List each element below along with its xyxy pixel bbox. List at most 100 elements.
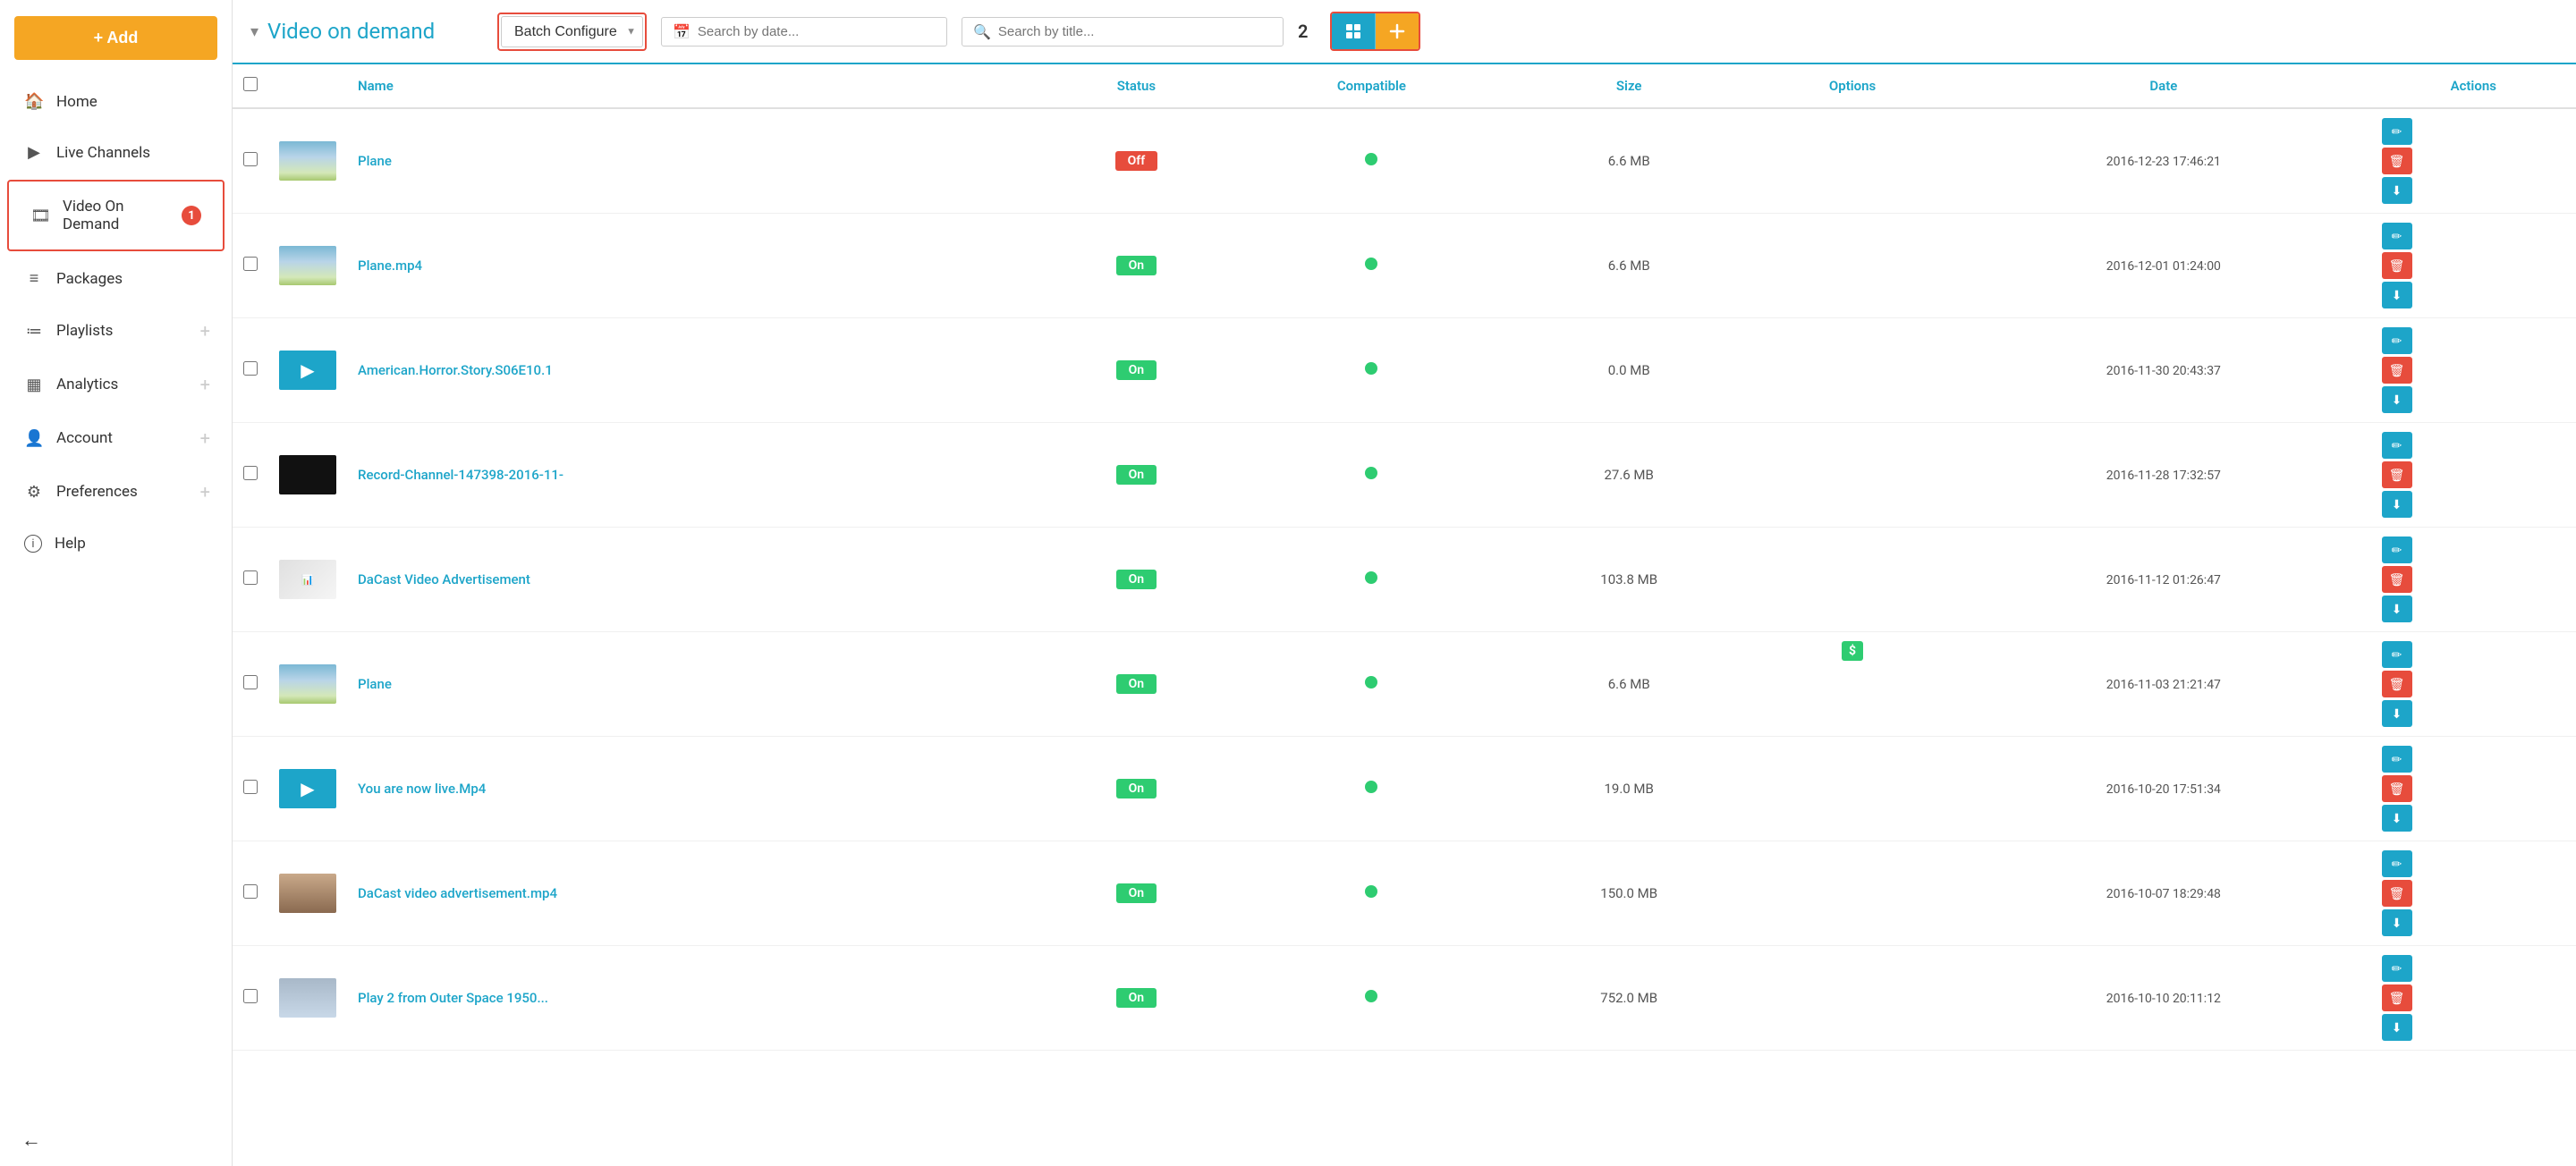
sidebar-item-account[interactable]: 👤 Account + [0, 411, 232, 465]
th-date[interactable]: Date [1956, 64, 2370, 108]
video-name[interactable]: DaCast video advertisement.mp4 [358, 885, 557, 901]
download-button[interactable]: ⬇ [2382, 700, 2412, 727]
download-button[interactable]: ⬇ [2382, 596, 2412, 622]
row-checkbox[interactable] [243, 466, 258, 480]
video-table-body: PlaneOff6.6 MB2016-12-23 17:46:21 ✏ 🗑 ⬇ … [233, 108, 2576, 1051]
delete-button[interactable]: 🗑 [2382, 252, 2412, 279]
th-options[interactable]: Options [1749, 64, 1956, 108]
video-on-demand-icon: 🎞 [30, 207, 50, 225]
row-checkbox[interactable] [243, 361, 258, 376]
add-button[interactable]: + Add [14, 16, 217, 60]
sidebar-item-help[interactable]: i Help [0, 519, 232, 569]
download-button[interactable]: ⬇ [2382, 805, 2412, 832]
action-buttons: ✏ 🗑 ⬇ [2382, 118, 2566, 204]
title-dropdown-arrow[interactable]: ▾ [250, 22, 258, 41]
table-row: ▶American.Horror.Story.S06E10.1On0.0 MB2… [233, 318, 2576, 423]
video-name[interactable]: Plane.mp4 [358, 258, 422, 274]
header-action-buttons [1330, 12, 1420, 51]
back-button[interactable]: ← [21, 1128, 41, 1152]
delete-button[interactable]: 🗑 [2382, 148, 2412, 174]
th-status[interactable]: Status [1038, 64, 1233, 108]
video-thumbnail [279, 978, 336, 1018]
sidebar-bottom: ← [0, 1114, 232, 1166]
row-checkbox[interactable] [243, 152, 258, 166]
row-checkbox[interactable] [243, 780, 258, 794]
table-row: ▶You are now live.Mp4On19.0 MB2016-10-20… [233, 737, 2576, 841]
video-name[interactable]: American.Horror.Story.S06E10.1 [358, 362, 553, 378]
video-thumbnail [279, 664, 336, 704]
sidebar-item-preferences[interactable]: ⚙ Preferences + [0, 465, 232, 519]
add-content-button[interactable] [1376, 13, 1419, 49]
video-name[interactable]: Record-Channel-147398-2016-11- [358, 467, 564, 483]
action-buttons: ✏ 🗑 ⬇ [2382, 955, 2566, 1041]
status-badge: On [1116, 465, 1157, 485]
sidebar-item-packages[interactable]: ≡ Packages [0, 253, 232, 304]
select-all-checkbox[interactable] [243, 77, 258, 91]
nav-badge: 1 [182, 206, 201, 225]
video-thumbnail [279, 874, 336, 913]
edit-button[interactable]: ✏ [2382, 537, 2412, 563]
calendar-icon: 📅 [673, 23, 691, 40]
delete-button[interactable]: 🗑 [2382, 671, 2412, 697]
delete-button[interactable]: 🗑 [2382, 566, 2412, 593]
edit-button[interactable]: ✏ [2382, 432, 2412, 459]
analytics-plus-icon: + [200, 374, 210, 395]
search-title-input[interactable] [998, 24, 1272, 39]
delete-button[interactable]: 🗑 [2382, 357, 2412, 384]
sidebar-item-analytics[interactable]: ▦ Analytics + [0, 358, 232, 411]
th-size[interactable]: Size [1509, 64, 1748, 108]
row-checkbox[interactable] [243, 884, 258, 899]
download-button[interactable]: ⬇ [2382, 1014, 2412, 1041]
edit-button[interactable]: ✏ [2382, 223, 2412, 249]
video-name[interactable]: Play 2 from Outer Space 1950... [358, 990, 548, 1006]
main-content: ▾ Video on demand Batch Configure 📅 🔍 2 [233, 0, 2576, 1166]
playlists-icon: ≔ [24, 322, 44, 341]
edit-button[interactable]: ✏ [2382, 641, 2412, 668]
row-checkbox[interactable] [243, 570, 258, 585]
edit-button[interactable]: ✏ [2382, 746, 2412, 773]
delete-button[interactable]: 🗑 [2382, 461, 2412, 488]
edit-button[interactable]: ✏ [2382, 850, 2412, 877]
select-all-header [233, 64, 268, 108]
action-buttons: ✏ 🗑 ⬇ [2382, 850, 2566, 936]
row-checkbox[interactable] [243, 257, 258, 271]
search-date-area: 📅 [661, 17, 947, 46]
sidebar-item-home[interactable]: 🏠 Home [0, 76, 232, 127]
row-checkbox[interactable] [243, 989, 258, 1003]
edit-button[interactable]: ✏ [2382, 327, 2412, 354]
home-icon: 🏠 [24, 92, 44, 111]
table-row: Record-Channel-147398-2016-11-On27.6 MB2… [233, 423, 2576, 528]
sidebar-item-live-channels[interactable]: ▶ Live Channels [0, 127, 232, 178]
download-button[interactable]: ⬇ [2382, 386, 2412, 413]
analytics-icon: ▦ [24, 376, 44, 394]
table-row: Play 2 from Outer Space 1950...On752.0 M… [233, 946, 2576, 1051]
download-button[interactable]: ⬇ [2382, 177, 2412, 204]
grid-view-button[interactable] [1332, 13, 1376, 49]
th-name[interactable]: Name [347, 64, 1038, 108]
video-name[interactable]: DaCast Video Advertisement [358, 571, 530, 587]
download-button[interactable]: ⬇ [2382, 909, 2412, 936]
status-badge: On [1116, 988, 1157, 1008]
download-button[interactable]: ⬇ [2382, 491, 2412, 518]
sidebar-label-video-on-demand: Video On Demand [63, 198, 169, 233]
th-compatible[interactable]: Compatible [1233, 64, 1509, 108]
delete-button[interactable]: 🗑 [2382, 775, 2412, 802]
edit-button[interactable]: ✏ [2382, 118, 2412, 145]
upload-date: 2016-11-30 20:43:37 [2106, 364, 2221, 378]
grid-icon [1344, 22, 1362, 40]
row-checkbox[interactable] [243, 675, 258, 689]
video-name[interactable]: Plane [358, 153, 392, 169]
sidebar-label-preferences: Preferences [56, 483, 188, 501]
search-date-input[interactable] [698, 24, 936, 39]
sidebar-item-playlists[interactable]: ≔ Playlists + [0, 304, 232, 358]
page-title: Video on demand [267, 19, 435, 44]
video-name[interactable]: You are now live.Mp4 [358, 781, 486, 797]
download-button[interactable]: ⬇ [2382, 282, 2412, 308]
video-name[interactable]: Plane [358, 676, 392, 692]
edit-button[interactable]: ✏ [2382, 955, 2412, 982]
batch-configure-select[interactable]: Batch Configure [501, 16, 643, 47]
delete-button[interactable]: 🗑 [2382, 984, 2412, 1011]
delete-button[interactable]: 🗑 [2382, 880, 2412, 907]
account-icon: 👤 [24, 429, 44, 448]
sidebar-item-video-on-demand[interactable]: 🎞 Video On Demand 1 [9, 182, 223, 249]
